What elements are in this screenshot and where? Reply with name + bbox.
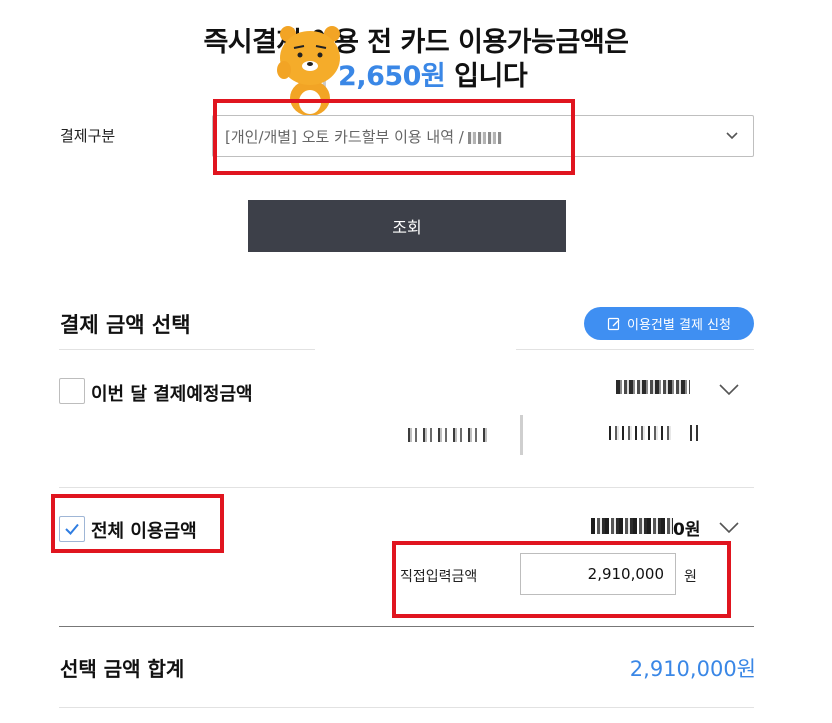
available-amount: 2,650원 xyxy=(338,61,446,92)
chevron-down-icon[interactable] xyxy=(719,522,739,534)
monthly-due-checkbox[interactable] xyxy=(59,378,85,404)
search-button[interactable]: 조회 xyxy=(248,200,566,252)
divider xyxy=(59,349,315,350)
masked-text xyxy=(688,425,698,441)
vertical-separator xyxy=(520,415,523,455)
selected-total-value: 2,910,000원 xyxy=(629,657,756,681)
chevron-down-icon[interactable] xyxy=(719,384,739,396)
chevron-down-icon xyxy=(726,132,738,140)
divider xyxy=(59,487,754,488)
masked-text xyxy=(402,428,488,442)
hero-suffix: 입니다 xyxy=(445,61,528,92)
monthly-due-label: 이번 달 결제예정금액 xyxy=(91,384,253,405)
edit-document-icon xyxy=(607,317,620,330)
divider xyxy=(59,626,754,627)
apply-button-label: 이용건별 결제 신청 xyxy=(627,318,731,333)
annotation-box-select xyxy=(213,99,575,175)
payment-type-label: 결제구분 xyxy=(60,127,116,145)
selected-total-label: 선택 금액 합계 xyxy=(60,657,185,681)
masked-amount xyxy=(591,518,673,534)
divider xyxy=(59,707,754,708)
annotation-box-total xyxy=(51,494,224,553)
divider xyxy=(516,349,754,350)
section-title: 결제 금액 선택 xyxy=(60,313,191,337)
masked-amount xyxy=(616,380,690,394)
masked-text xyxy=(606,426,672,440)
total-amount-suffix: 0원 xyxy=(673,520,701,540)
annotation-box-direct xyxy=(392,541,731,618)
apply-per-transaction-button[interactable]: 이용건별 결제 신청 xyxy=(584,307,754,340)
hero-title-line2: 금 2,650원 입니다 xyxy=(0,54,832,93)
